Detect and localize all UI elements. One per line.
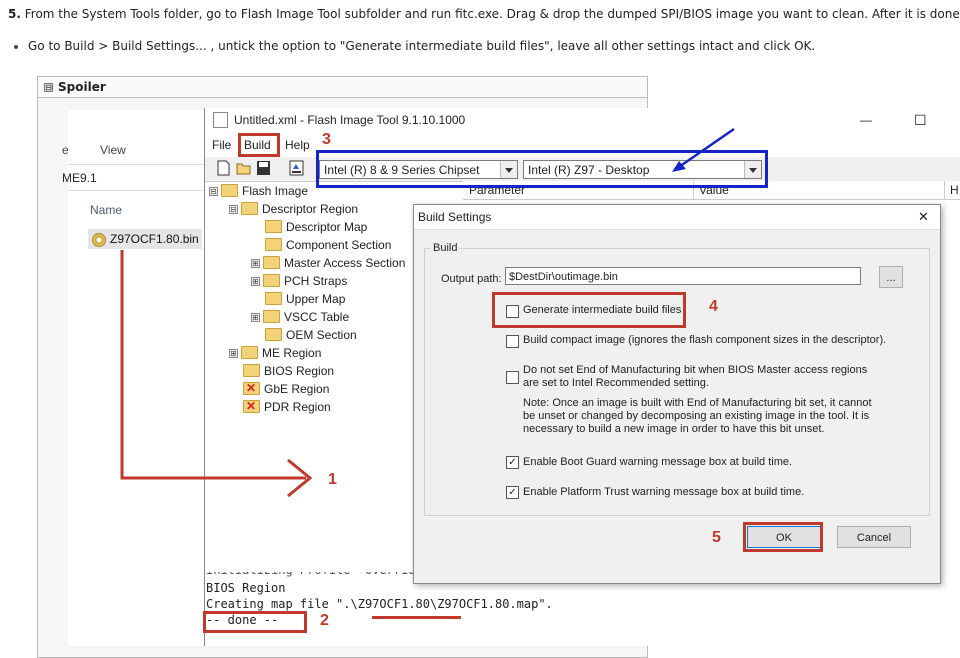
platform-trust-checkbox[interactable]: ✓ [506,486,519,499]
output-path-value: $DestDir\outimage.bin [509,271,618,283]
explorer-column-name[interactable]: Name [90,203,122,217]
annotation-number-3: 3 [322,131,331,148]
window-title: Untitled.xml - Flash Image Tool 9.1.10.1… [234,113,466,127]
annotation-box-intermediate [492,292,686,328]
note-line: be unset or changed by decomposing an ex… [523,410,870,422]
folder-icon [241,202,258,216]
explorer-path[interactable]: ME9.1 [62,171,97,185]
explorer-divider-2 [68,190,204,191]
tree-item-label: Descriptor Map [286,220,368,234]
tree-item-label: Descriptor Region [262,202,359,216]
document-icon [213,111,228,128]
open-folder-icon[interactable] [236,160,251,176]
annotation-box-build-menu [238,133,280,157]
group-label: Build [430,242,461,254]
annotation-number-5: 5 [712,529,721,546]
cancel-button[interactable]: Cancel [837,526,911,548]
folder-icon [265,220,282,234]
bullet-text: Go to Build > Build Settings... , untick… [28,39,816,53]
explorer-file[interactable]: Z97OCF1.80.bin [92,232,199,247]
build-settings-dialog: Build Settings ✕ Build Output path: $Dest… [413,204,941,584]
build-compact-label: Build compact image (ignores the flash c… [523,334,887,346]
end-of-manufacturing-label-2: are set to Intel Recommended setting. [523,377,709,389]
build-icon[interactable] [289,160,304,176]
end-of-manufacturing-checkbox[interactable] [506,371,519,384]
dialog-title: Build Settings [418,210,492,224]
note-line: necessary to build a new image in order … [523,423,825,435]
step-number: 5. [8,7,21,21]
output-path-field[interactable]: $DestDir\outimage.bin [505,267,861,285]
boot-guard-label: Enable Boot Guard warning message box at… [523,456,793,468]
annotation-number-4: 4 [709,298,718,315]
boot-guard-checkbox[interactable]: ✓ [506,456,519,469]
annotation-number-2: 2 [320,612,329,629]
annotation-box-done [203,611,307,633]
maximize-button[interactable]: ☐ [914,108,927,132]
step-text: 5. From the System Tools folder, go to F… [8,7,960,21]
tree-item[interactable]: Descriptor Map [265,218,367,236]
log-line: Creating map file ".\Z97OCF1.80\Z97OCF1.… [206,597,553,611]
new-file-icon[interactable] [216,160,231,176]
minimize-button[interactable]: — [860,108,872,132]
collapse-icon[interactable]: ⊟ [229,205,238,215]
output-path-label: Output path: [441,273,502,285]
save-icon[interactable] [256,160,271,176]
spoiler-title: Spoiler [58,80,106,94]
tree-item[interactable]: ⊟ Descriptor Region [229,200,358,218]
disc-image-icon [92,232,106,247]
dialog-title-bar: Build Settings ✕ [414,205,940,230]
tree-item[interactable]: ⊟ Flash Image [209,182,308,200]
tree-item-label: Flash Image [242,184,309,198]
explorer-file-name: Z97OCF1.80.bin [110,232,199,246]
annotation-underline [372,616,461,619]
menu-help[interactable]: Help [285,138,310,152]
collapse-icon[interactable]: ⊟ [44,83,53,92]
end-of-manufacturing-label: Do not set End of Manufacturing bit when… [523,364,868,376]
browse-button[interactable]: ... [879,266,903,288]
bullet-item: Go to Build > Build Settings... , untick… [14,39,815,53]
annotation-box-ok [743,522,823,552]
explorer-divider [68,164,204,165]
explorer-column-view[interactable]: View [100,143,126,157]
spoiler-header[interactable]: ⊟ Spoiler [38,77,647,98]
explorer-column-e: e [62,143,69,157]
build-compact-checkbox[interactable] [506,335,519,348]
bullet-dot [14,44,18,49]
annotation-arrow-blue [672,127,735,172]
grid-header-h[interactable]: H [950,183,959,197]
annotation-arrow-drag [120,250,313,498]
folder-icon [221,184,238,198]
collapse-icon[interactable]: ⊟ [209,187,218,197]
step-body: From the System Tools folder, go to Flas… [24,7,960,21]
close-icon[interactable]: ✕ [918,205,929,229]
title-bar: Untitled.xml - Flash Image Tool 9.1.10.1… [205,108,960,132]
platform-trust-label: Enable Platform Trust warning message bo… [523,486,805,498]
annotation-number-1: 1 [328,471,337,488]
note-line: Note: Once an image is built with End of… [523,397,872,409]
menu-file[interactable]: File [212,138,231,152]
